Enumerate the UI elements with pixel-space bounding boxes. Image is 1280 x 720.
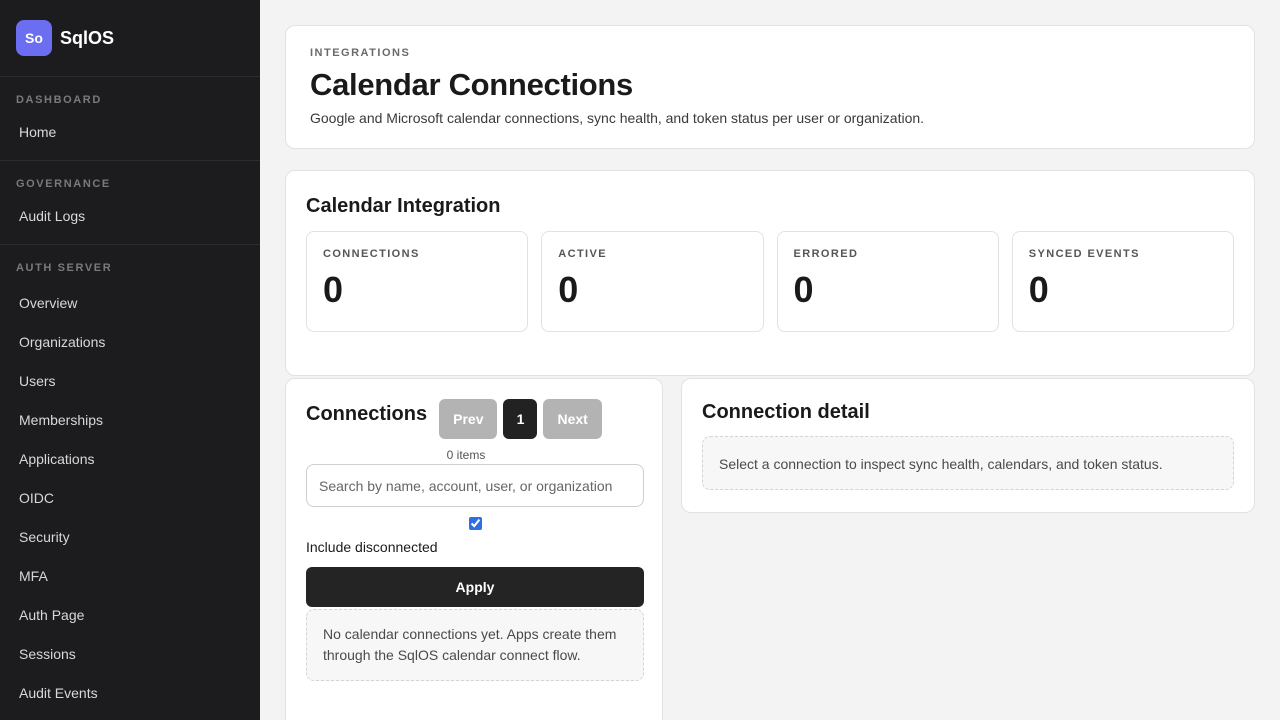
stat-label: CONNECTIONS bbox=[323, 248, 420, 260]
brand-logo: So bbox=[16, 20, 52, 56]
include-disconnected-checkbox[interactable] bbox=[468, 517, 482, 530]
stat-connections: CONNECTIONS 0 bbox=[306, 231, 529, 332]
sidebar-item-oidc[interactable]: OIDC bbox=[0, 479, 260, 518]
connections-header: Connections Prev 1 Next bbox=[306, 399, 642, 439]
apply-button[interactable]: Apply bbox=[306, 567, 644, 607]
connections-title: Connections bbox=[306, 403, 428, 425]
next-page-button[interactable]: Next bbox=[543, 399, 602, 439]
nav-heading: DASHBOARD bbox=[16, 94, 102, 106]
stat-label: ERRORED bbox=[793, 248, 859, 260]
sidebar-item-mfa[interactable]: MFA bbox=[0, 557, 260, 596]
connections-panel: Connections Prev 1 Next 0 items Include … bbox=[285, 378, 663, 720]
sidebar-item-applications[interactable]: Applications bbox=[0, 440, 260, 479]
include-disconnected-label: Include disconnected bbox=[306, 539, 438, 555]
stat-label: SYNCED EVENTS bbox=[1028, 248, 1140, 260]
sidebar-item-auth-page[interactable]: Auth Page bbox=[0, 596, 260, 635]
connections-empty-state: No calendar connections yet. Apps create… bbox=[306, 609, 644, 681]
calendar-integration-panel: Calendar Integration CONNECTIONS 0 ACTIV… bbox=[285, 170, 1255, 376]
stat-errored: ERRORED 0 bbox=[776, 231, 999, 332]
stat-synced-events: SYNCED EVENTS 0 bbox=[1011, 231, 1234, 332]
connection-detail-panel: Connection detail Select a connection to… bbox=[681, 378, 1255, 513]
stat-value: 0 bbox=[323, 269, 344, 310]
page-number-button[interactable]: 1 bbox=[503, 399, 538, 439]
sidebar-item-organizations[interactable]: Organizations bbox=[0, 323, 260, 362]
page-title: Calendar Connections bbox=[310, 67, 633, 102]
sidebar-item-memberships[interactable]: Memberships bbox=[0, 401, 260, 440]
sidebar-item-overview[interactable]: Overview bbox=[0, 284, 260, 323]
nav-heading: AUTH SERVER bbox=[16, 262, 113, 274]
nav-section-governance: GOVERNANCE Audit Logs bbox=[0, 161, 260, 245]
brand-name: SqlOS bbox=[60, 27, 115, 48]
stat-value: 0 bbox=[793, 269, 814, 310]
sidebar-item-sessions[interactable]: Sessions bbox=[0, 635, 260, 674]
sidebar-item-users[interactable]: Users bbox=[0, 362, 260, 401]
connection-detail-title: Connection detail bbox=[702, 401, 870, 423]
section-title: Calendar Integration bbox=[306, 195, 501, 217]
stats-row: CONNECTIONS 0 ACTIVE 0 ERRORED 0 SYNCED … bbox=[306, 231, 1234, 332]
nav-section-auth-server: AUTH SERVER Overview Organizations Users… bbox=[0, 245, 260, 720]
sidebar: So SqlOS DASHBOARD Home GOVERNANCE Audit… bbox=[0, 0, 260, 720]
nav-heading: GOVERNANCE bbox=[16, 178, 111, 190]
page-eyebrow: INTEGRATIONS bbox=[310, 47, 411, 59]
include-disconnected-checkbox-wrap bbox=[306, 517, 644, 535]
pagination: Prev 1 Next bbox=[439, 399, 602, 439]
page-description: Google and Microsoft calendar connection… bbox=[310, 110, 925, 126]
brand[interactable]: So SqlOS bbox=[0, 0, 260, 77]
sidebar-item-security[interactable]: Security bbox=[0, 518, 260, 557]
search-input[interactable] bbox=[306, 464, 644, 507]
prev-page-button[interactable]: Prev bbox=[439, 399, 498, 439]
sidebar-item-audit-events[interactable]: Audit Events bbox=[0, 674, 260, 713]
stat-value: 0 bbox=[558, 269, 579, 310]
stat-active: ACTIVE 0 bbox=[541, 231, 764, 332]
connection-detail-empty-state: Select a connection to inspect sync heal… bbox=[702, 436, 1234, 490]
sidebar-item-audit-logs[interactable]: Audit Logs bbox=[0, 200, 260, 232]
sidebar-item-home[interactable]: Home bbox=[0, 116, 260, 148]
page-header: INTEGRATIONS Calendar Connections Google… bbox=[285, 25, 1255, 149]
stat-label: ACTIVE bbox=[558, 248, 607, 260]
stat-value: 0 bbox=[1028, 269, 1049, 310]
nav-section-dashboard: DASHBOARD Home bbox=[0, 77, 260, 161]
item-count: 0 items bbox=[446, 448, 486, 462]
